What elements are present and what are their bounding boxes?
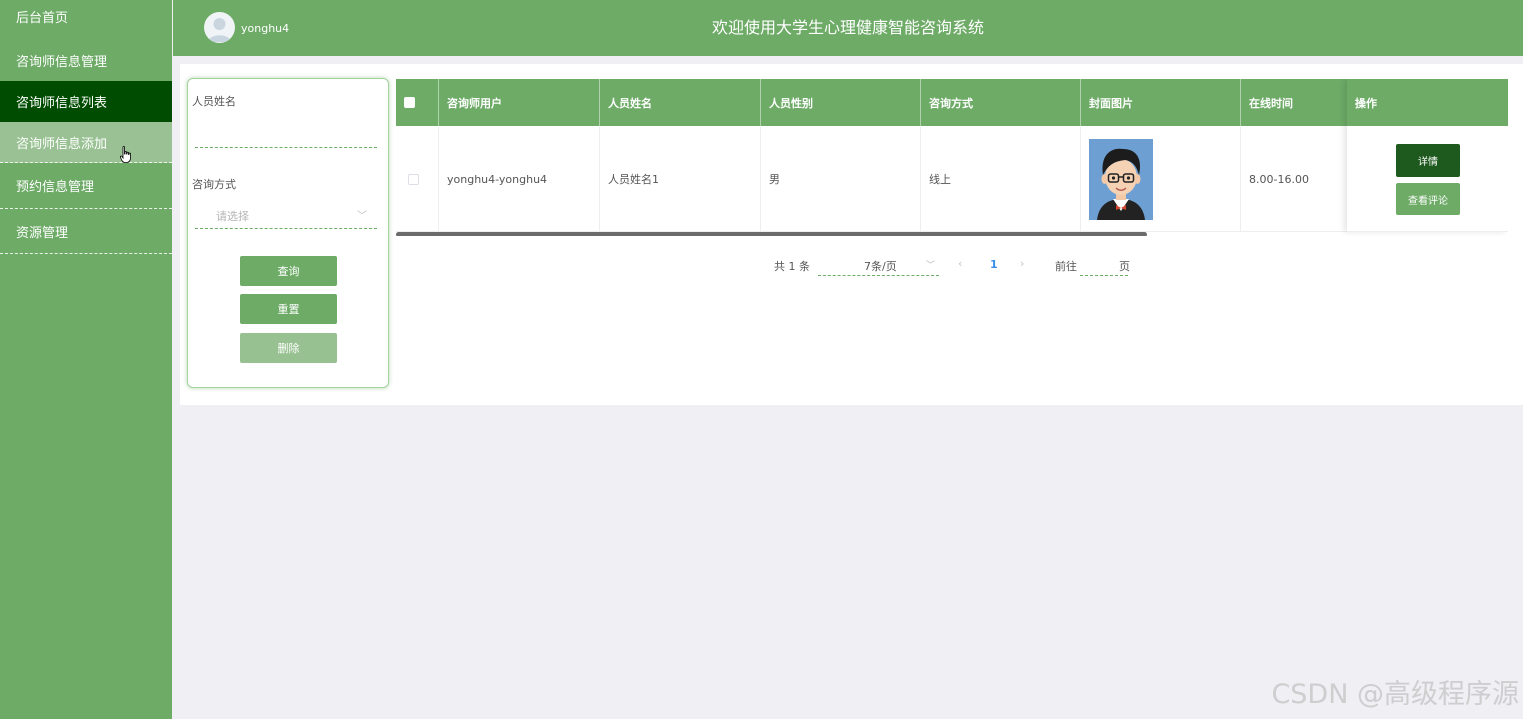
operations-column: 操作 详情 查看评论 — [1347, 79, 1508, 232]
chevron-down-icon: ﹀ — [926, 261, 936, 271]
page-number-current[interactable]: 1 — [990, 258, 998, 271]
name-field-label: 人员姓名 — [192, 95, 236, 108]
chevron-right-icon[interactable]: › — [1020, 257, 1024, 270]
sidebar-item-label: 后台首页 — [16, 11, 69, 26]
column-header-gender[interactable]: 人员性别 — [761, 79, 921, 126]
cell-online-time: 8.00-16.00 — [1249, 172, 1309, 186]
column-header-mode[interactable]: 咨询方式 — [921, 79, 1081, 126]
sidebar-item-counselor-list[interactable]: 咨询师信息列表 — [0, 81, 172, 122]
column-header-operations: 操作 — [1355, 96, 1377, 110]
column-header-cover[interactable]: 封面图片 — [1081, 79, 1241, 126]
watermark: CSDN @高级程序源 — [1271, 679, 1519, 710]
mode-select[interactable]: 请选择 ﹀ — [195, 201, 377, 229]
operations-cell — [1347, 126, 1508, 232]
reset-button[interactable]: 重置 — [240, 294, 337, 324]
hand-cursor-icon — [120, 146, 131, 163]
column-header-name[interactable]: 人员姓名 — [600, 79, 761, 126]
sidebar-item-label: 资源管理 — [16, 225, 69, 241]
sidebar-item-home[interactable]: 后台首页 — [0, 0, 172, 40]
sidebar-item-counselor-add[interactable]: 咨询师信息添加 — [0, 122, 172, 163]
goto-label: 前往 — [1055, 260, 1077, 273]
sidebar: 后台首页 咨询师信息管理 咨询师信息列表 咨询师信息添加 预约信息管理 资源管理 — [0, 0, 172, 719]
cell-cover — [1081, 126, 1241, 232]
name-search-input[interactable] — [195, 124, 377, 148]
page-size-select[interactable]: 7条/页 ﹀ — [818, 254, 939, 276]
mode-field-label: 咨询方式 — [192, 178, 236, 191]
table-row: yonghu4-yonghu4 人员姓名1 男 线上 8.00-16.00 — [396, 126, 1508, 232]
sidebar-item-label: 预约信息管理 — [16, 180, 95, 195]
sidebar-item-label: 咨询师信息列表 — [16, 96, 108, 111]
select-all-checkbox[interactable] — [404, 97, 415, 108]
row-checkbox[interactable] — [408, 173, 419, 185]
page-title: 欢迎使用大学生心理健康智能咨询系统 — [711, 18, 984, 37]
row-select-cell — [396, 126, 439, 232]
page-suffix-label: 页 — [1119, 260, 1130, 273]
mode-select-placeholder: 请选择 — [216, 210, 249, 223]
page-size-value: 7条/页 — [864, 260, 897, 273]
chevron-left-icon[interactable]: ‹ — [958, 257, 962, 270]
data-table: 咨询师用户 人员姓名 人员性别 咨询方式 封面图片 在线时间 yonghu4-y… — [396, 79, 1508, 236]
column-header-user[interactable]: 咨询师用户 — [439, 79, 600, 126]
sidebar-item-counselor-management[interactable]: 咨询师信息管理 — [0, 40, 172, 81]
search-panel: 人员姓名 咨询方式 请选择 ﹀ 查询 重置 删除 — [187, 78, 389, 388]
sidebar-item-label: 咨询师信息管理 — [16, 55, 108, 70]
cover-image[interactable] — [1089, 138, 1153, 220]
sidebar-item-appointment-management[interactable]: 预约信息管理 — [0, 163, 172, 209]
top-header: yonghu4 欢迎使用大学生心理健康智能咨询系统 — [173, 0, 1523, 56]
chevron-down-icon: ﹀ — [357, 211, 367, 222]
pagination: 共 1 条 7条/页 ﹀ ‹ 1 › 前往 页 — [0, 254, 1523, 278]
column-header-online-time[interactable]: 在线时间 — [1241, 79, 1349, 126]
delete-button[interactable]: 删除 — [240, 333, 337, 363]
cell-name: 人员姓名1 — [600, 126, 761, 232]
detail-button[interactable]: 详情 — [1396, 144, 1460, 177]
view-comments-button[interactable]: 查看评论 — [1396, 183, 1460, 215]
sidebar-item-label: 咨询师信息添加 — [16, 136, 108, 152]
table-header: 咨询师用户 人员姓名 人员性别 咨询方式 封面图片 在线时间 — [396, 79, 1508, 126]
sidebar-item-resource-management[interactable]: 资源管理 — [0, 209, 172, 254]
horizontal-scrollbar[interactable] — [396, 232, 1147, 236]
cell-user: yonghu4-yonghu4 — [439, 126, 600, 232]
cell-gender: 男 — [761, 126, 921, 232]
select-all-cell — [396, 79, 439, 126]
cell-mode: 线上 — [921, 126, 1081, 232]
pagination-total: 共 1 条 — [774, 260, 810, 273]
